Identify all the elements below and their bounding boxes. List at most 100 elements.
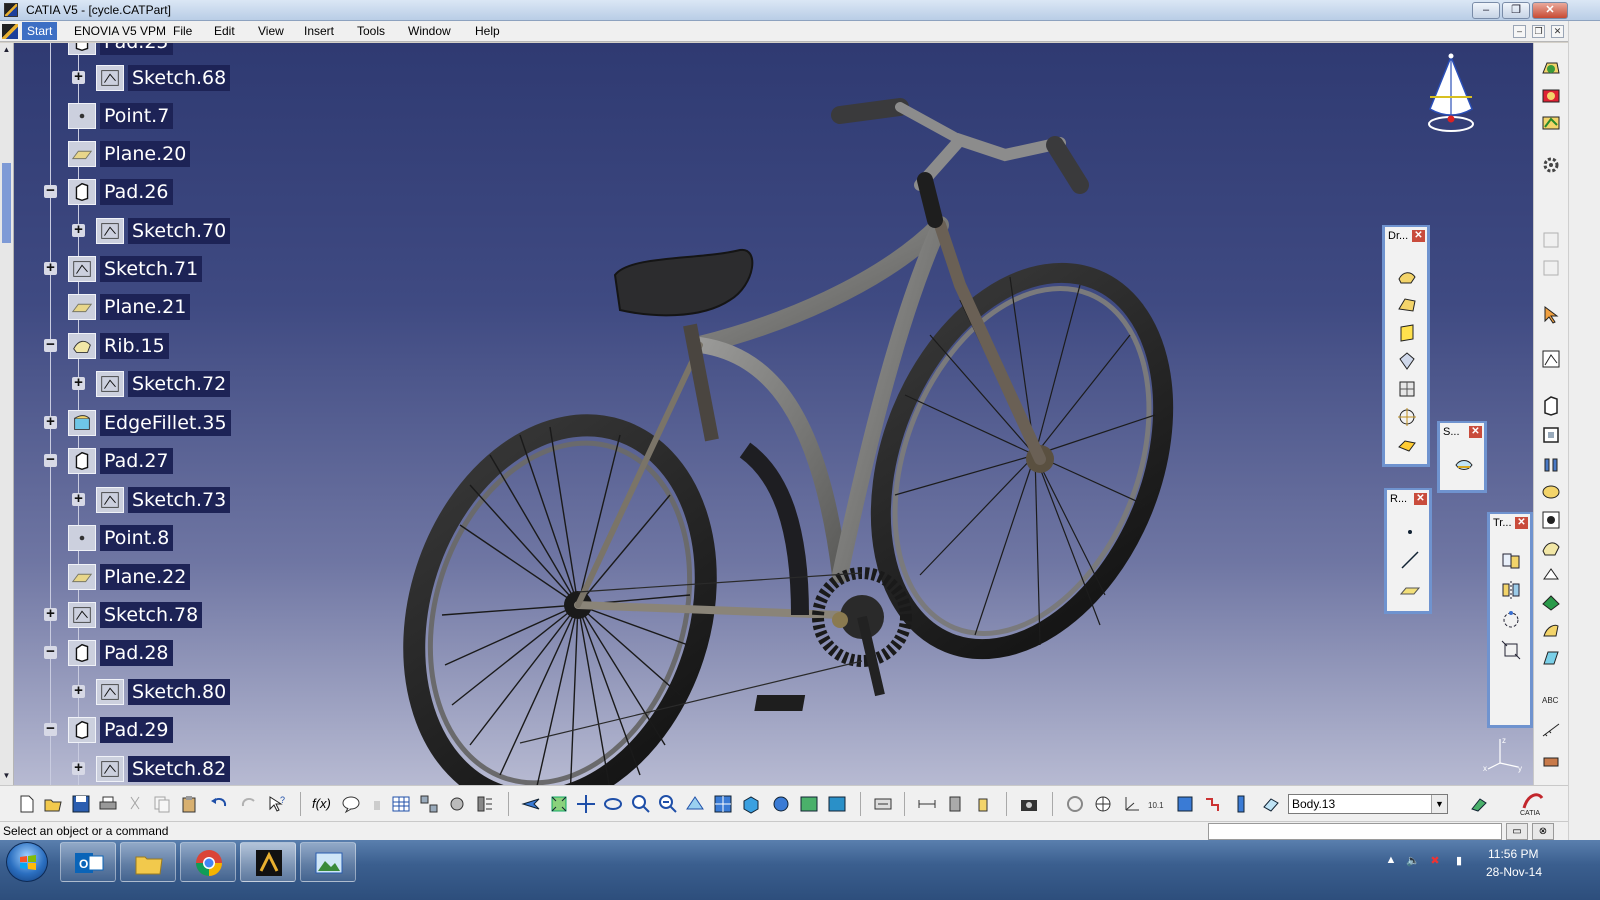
scroll-down-arrow-icon[interactable]: ▼	[2, 771, 11, 781]
design-table-icon[interactable]	[390, 793, 412, 815]
measure-inertia-icon[interactable]	[972, 793, 994, 815]
line-tool-icon[interactable]	[1398, 548, 1422, 572]
taskbar-photo-viewer[interactable]	[300, 842, 356, 882]
menu-enovia[interactable]: ENOVIA V5 VPM	[74, 24, 166, 38]
plane-tool-icon[interactable]	[1398, 578, 1422, 602]
update-all-icon[interactable]	[872, 793, 894, 815]
stiffener-tool-icon[interactable]	[1539, 590, 1563, 614]
tree-node-label[interactable]: Pad.29	[100, 717, 173, 743]
menu-file[interactable]: File	[173, 24, 192, 38]
catia-app-icon[interactable]	[4, 3, 18, 17]
fly-mode-icon[interactable]	[520, 793, 542, 815]
collapse-icon[interactable]: −	[44, 644, 57, 659]
measure-tool-icon[interactable]	[1539, 718, 1563, 742]
chevron-down-icon[interactable]: ▼	[1431, 795, 1447, 813]
tree-node-label[interactable]: Rib.15	[100, 333, 169, 359]
expand-icon[interactable]: +	[72, 222, 85, 237]
annotation-tool-icon[interactable]: ABC	[1539, 688, 1563, 712]
tree-scrollbar[interactable]: ▲ ▼	[0, 43, 14, 785]
translation-icon[interactable]	[1499, 548, 1523, 572]
tray-expand-icon[interactable]: ▲	[1384, 854, 1398, 868]
tree-node-label[interactable]: Sketch.73	[128, 487, 231, 513]
capture-camera-icon[interactable]	[1018, 793, 1040, 815]
pocket-tool-icon[interactable]	[1539, 423, 1563, 447]
command-history-icon[interactable]: ▭	[1506, 823, 1528, 840]
fillet-icon[interactable]	[1395, 265, 1419, 289]
multi-view-icon[interactable]	[712, 793, 734, 815]
tree-node-label[interactable]: Point.8	[100, 525, 174, 551]
menu-insert[interactable]: Insert	[304, 24, 334, 38]
clock-date[interactable]: 28-Nov-14	[1486, 865, 1542, 879]
open-folder-icon[interactable]	[42, 793, 64, 815]
close-icon[interactable]: ✕	[1515, 517, 1528, 529]
scrollbar-thumb[interactable]	[2, 163, 11, 243]
surface-toolbar[interactable]: S... ✕	[1437, 421, 1487, 493]
print-icon[interactable]	[97, 793, 119, 815]
expand-icon[interactable]: +	[72, 69, 85, 84]
signal-icon[interactable]: ▮	[1452, 854, 1466, 868]
tree-node-label[interactable]: Plane.22	[100, 564, 191, 590]
expand-icon[interactable]: +	[72, 375, 85, 390]
copy-icon[interactable]	[151, 793, 173, 815]
define-work-object-icon[interactable]	[1260, 793, 1282, 815]
rib-tool-icon[interactable]	[1539, 535, 1563, 559]
loft-tool-icon[interactable]	[1539, 646, 1563, 670]
shading-icon[interactable]	[770, 793, 792, 815]
toolbar-header[interactable]: S... ✕	[1440, 423, 1484, 443]
scaling-icon[interactable]	[1499, 638, 1523, 662]
restore-button[interactable]: ❐	[1502, 2, 1530, 19]
thickness-icon[interactable]	[1395, 377, 1419, 401]
hole-tool-icon[interactable]	[1539, 508, 1563, 532]
expand-icon[interactable]: +	[44, 260, 57, 275]
power-input-field[interactable]	[1208, 823, 1502, 840]
tree-node-label[interactable]: Sketch.68	[128, 65, 231, 91]
tree-node-label[interactable]: Plane.21	[100, 294, 191, 320]
toolbar-header[interactable]: Tr... ✕	[1490, 514, 1530, 534]
part-design-workbench-icon[interactable]	[1539, 57, 1563, 81]
constraint-icon[interactable]: 10.1	[1146, 793, 1168, 815]
multi-section-solid-icon[interactable]	[1539, 618, 1563, 642]
circular-pattern-icon[interactable]	[1499, 608, 1523, 632]
mirror-icon[interactable]	[1499, 578, 1523, 602]
close-icon[interactable]: ✕	[1412, 230, 1425, 242]
taskbar-file-explorer[interactable]	[120, 842, 176, 882]
shell-icon[interactable]	[1395, 349, 1419, 373]
tree-node-label[interactable]: Point.7	[100, 103, 174, 129]
collapse-icon[interactable]: −	[44, 183, 57, 198]
menu-edit[interactable]: Edit	[214, 24, 235, 38]
menu-help[interactable]: Help	[475, 24, 500, 38]
thread-icon[interactable]	[1395, 405, 1419, 429]
slot-tool-icon[interactable]	[1539, 563, 1563, 587]
redo-icon[interactable]	[238, 793, 260, 815]
cancel-command-icon[interactable]: ⊗	[1532, 823, 1554, 840]
body-icon[interactable]	[1174, 793, 1196, 815]
tree-node-label[interactable]: Sketch.72	[128, 371, 231, 397]
knowledge-comment-icon[interactable]	[340, 793, 362, 815]
whats-this-help-icon[interactable]: ?	[266, 793, 288, 815]
reference-elements-toolbar[interactable]: R... ✕	[1384, 488, 1432, 614]
save-icon[interactable]	[70, 793, 92, 815]
taskbar-catia[interactable]	[240, 842, 296, 882]
point-tool-icon[interactable]	[1398, 520, 1422, 544]
swap-visible-space-icon[interactable]	[826, 793, 848, 815]
taskbar-chrome[interactable]	[180, 842, 236, 882]
assembly-workbench-icon[interactable]	[1539, 84, 1563, 108]
tree-node-label[interactable]: Sketch.82	[128, 756, 231, 782]
hide-show-icon[interactable]	[798, 793, 820, 815]
chamfer-icon[interactable]	[1395, 293, 1419, 317]
tree-node-label[interactable]: Pad.26	[100, 179, 173, 205]
boolean-ops-icon[interactable]	[1202, 793, 1224, 815]
close-icon[interactable]: ✕	[1469, 426, 1482, 438]
select-arrow-icon[interactable]	[1539, 303, 1563, 327]
taskbar-outlook[interactable]: O	[60, 842, 116, 882]
collapse-icon[interactable]: −	[44, 721, 57, 736]
minimize-button[interactable]: –	[1472, 2, 1500, 19]
update-icon[interactable]	[1064, 793, 1086, 815]
tree-node-label[interactable]: Sketch.78	[100, 602, 203, 628]
sketch-tool-icon[interactable]	[1539, 347, 1563, 371]
windows-start-button[interactable]	[6, 842, 48, 882]
tree-node-label[interactable]: Pad.25	[100, 43, 173, 55]
expand-icon[interactable]: +	[44, 414, 57, 429]
instantiate-icon[interactable]	[474, 793, 496, 815]
clock-time[interactable]: 11:56 PM	[1488, 847, 1538, 861]
